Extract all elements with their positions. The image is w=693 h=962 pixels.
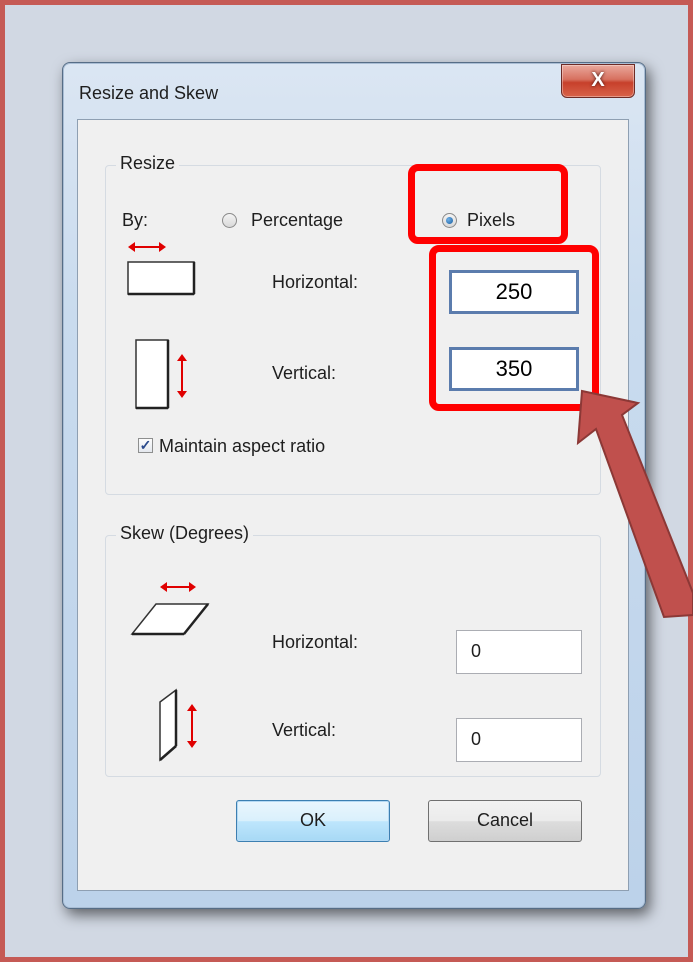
skew-group-title: Skew (Degrees) [116,523,254,544]
skew-vertical-icon [159,688,197,762]
percentage-radio[interactable] [222,213,237,228]
maintain-aspect-ratio-label[interactable]: Maintain aspect ratio [159,436,325,457]
dialog-title: Resize and Skew [79,83,219,103]
close-button[interactable]: X [561,64,635,98]
annotation-arrow-icon [576,389,693,619]
maintain-aspect-ratio-checkbox[interactable]: ✓ [138,438,153,453]
close-icon: X [591,69,605,91]
skew-vertical-label: Vertical: [272,720,337,740]
resize-vertical-icon [135,339,187,410]
cancel-button[interactable]: Cancel [428,800,582,842]
skew-horizontal-input[interactable]: 0 [456,630,582,674]
ok-button[interactable]: OK [236,800,390,842]
resize-horizontal-icon [127,242,196,296]
resize-horizontal-label: Horizontal: [272,272,359,292]
skew-vertical-input[interactable]: 0 [456,718,582,762]
resize-vertical-label: Vertical: [272,363,337,383]
skew-horizontal-label: Horizontal: [272,632,359,652]
skew-horizontal-icon [130,582,210,636]
by-label: By: [122,210,149,230]
percentage-label[interactable]: Percentage [251,210,343,231]
resize-group-title: Resize [116,153,180,174]
title-bar[interactable]: Resize and Skew X [63,63,645,119]
pixels-highlight-box [408,164,568,244]
